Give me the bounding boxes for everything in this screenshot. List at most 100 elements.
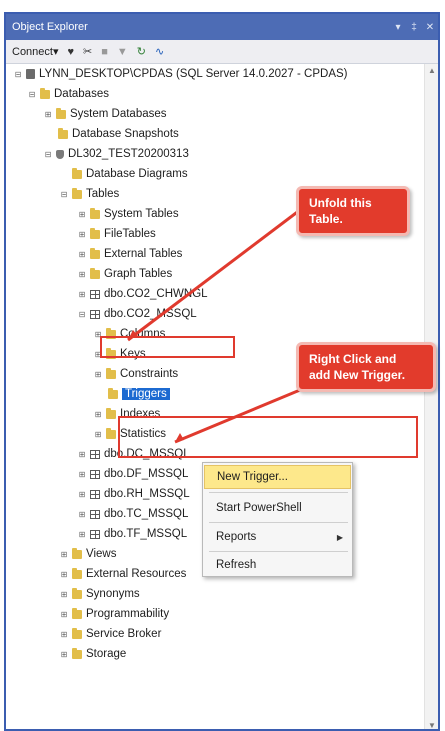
expand-icon[interactable]: ⊞ — [58, 650, 70, 659]
tree-node-databases[interactable]: ⊟ Databases — [26, 84, 109, 104]
folder-icon — [72, 607, 82, 619]
tree-node-constraints[interactable]: ⊞ Constraints — [92, 364, 178, 384]
panel-title: Object Explorer — [12, 21, 88, 33]
refresh-icon[interactable]: ↻ — [137, 45, 146, 58]
node-label: dbo.DF_MSSQL — [104, 468, 189, 480]
node-label: External Tables — [104, 248, 183, 260]
tree-node-synonyms[interactable]: ⊞ Synonyms — [58, 584, 140, 604]
collapse-icon[interactable]: ⊟ — [58, 190, 70, 199]
collapse-icon[interactable]: ⊟ — [42, 150, 54, 159]
expand-icon[interactable]: ⊞ — [76, 270, 88, 279]
tree-node-system-tables[interactable]: ⊞ System Tables — [76, 204, 179, 224]
expand-icon[interactable]: ⊞ — [58, 610, 70, 619]
node-label: Tables — [86, 188, 120, 200]
table-icon — [90, 489, 100, 499]
tree-node-graph-tables[interactable]: ⊞ Graph Tables — [76, 264, 172, 284]
callout-unfold-table: Unfold this Table. — [296, 186, 410, 237]
node-label: Constraints — [120, 368, 179, 380]
folder-icon — [90, 247, 100, 259]
tree-node-table-co2-chwngl[interactable]: ⊞ dbo.CO2_CHWNGL — [76, 284, 208, 304]
tree-node-tables[interactable]: ⊟ Tables — [58, 184, 119, 204]
expand-icon[interactable]: ⊞ — [58, 590, 70, 599]
tree-node-database[interactable]: ⊟ DL302_TEST20200313 — [42, 144, 189, 164]
folder-icon — [72, 187, 82, 199]
node-label: Views — [86, 548, 117, 560]
expand-icon[interactable]: ⊞ — [76, 250, 88, 259]
panel-menu-icon[interactable]: ▾ — [390, 22, 406, 33]
expand-icon[interactable]: ⊞ — [76, 450, 88, 459]
activity-monitor-icon[interactable]: ∿ — [155, 45, 164, 58]
scroll-down-icon[interactable]: ▼ — [425, 719, 438, 729]
expand-icon[interactable]: ⊞ — [76, 290, 88, 299]
table-icon — [90, 469, 100, 479]
tree-node-table-tc[interactable]: ⊞ dbo.TC_MSSQL — [76, 504, 189, 524]
pin-icon[interactable]: ‡ — [406, 22, 422, 33]
expand-icon[interactable]: ⊞ — [92, 410, 104, 419]
expand-icon[interactable]: ⊞ — [58, 630, 70, 639]
filter-icon[interactable]: ▼ — [117, 46, 128, 58]
folder-icon — [40, 87, 50, 99]
tree-node-table-df[interactable]: ⊞ dbo.DF_MSSQL — [76, 464, 189, 484]
expand-icon[interactable]: ⊞ — [58, 550, 70, 559]
expand-icon[interactable]: ⊞ — [76, 530, 88, 539]
table-icon — [90, 289, 100, 299]
disconnect-icon[interactable]: ✂ — [83, 45, 92, 58]
node-label: Programmability — [86, 608, 170, 620]
collapse-icon[interactable]: ⊟ — [76, 310, 88, 319]
tree-node-programmability[interactable]: ⊞ Programmability — [58, 604, 169, 624]
folder-icon — [72, 547, 82, 559]
node-label: System Databases — [70, 108, 167, 120]
node-label: DL302_TEST20200313 — [68, 148, 189, 160]
panel-titlebar: Object Explorer ▾ ‡ ✕ — [6, 14, 438, 40]
table-icon — [90, 309, 100, 319]
node-label: Database Diagrams — [86, 168, 188, 180]
node-label: Databases — [54, 88, 109, 100]
expand-icon[interactable]: ⊞ — [76, 510, 88, 519]
expand-icon[interactable]: ⊞ — [76, 490, 88, 499]
node-label: FileTables — [104, 228, 156, 240]
node-label: Service Broker — [86, 628, 162, 640]
folder-icon — [56, 107, 66, 119]
tree-node-external-tables[interactable]: ⊞ External Tables — [76, 244, 182, 264]
expand-icon[interactable]: ⊞ — [58, 570, 70, 579]
collapse-icon[interactable]: ⊟ — [26, 90, 38, 99]
object-explorer-toolbar: Connect▾ ♥ ✂ ■ ▼ ↻ ∿ — [6, 40, 438, 64]
tree-node-table-tf[interactable]: ⊞ dbo.TF_MSSQL — [76, 524, 187, 544]
scroll-up-icon[interactable]: ▲ — [425, 64, 438, 78]
menu-separator — [209, 492, 348, 493]
node-label: External Resources — [86, 568, 187, 580]
vertical-scrollbar[interactable]: ▲ ▼ — [424, 64, 438, 729]
tree-node-triggers[interactable]: Triggers — [108, 384, 170, 404]
tree-node-database-diagrams[interactable]: Database Diagrams — [72, 164, 188, 184]
folder-icon — [72, 647, 82, 659]
close-icon[interactable]: ✕ — [422, 22, 438, 33]
expand-icon[interactable]: ⊞ — [42, 110, 54, 119]
stop-icon[interactable]: ■ — [101, 46, 108, 58]
expand-icon[interactable]: ⊞ — [92, 370, 104, 379]
menu-item-start-powershell[interactable]: Start PowerShell — [204, 496, 351, 520]
collapse-icon[interactable]: ⊟ — [12, 70, 24, 79]
tree-node-views[interactable]: ⊞ Views — [58, 544, 116, 564]
connect-object-icon[interactable]: ♥ — [68, 46, 75, 58]
expand-icon[interactable]: ⊞ — [76, 210, 88, 219]
tree-node-external-resources[interactable]: ⊞ External Resources — [58, 564, 186, 584]
menu-item-refresh[interactable]: Refresh — [204, 553, 351, 577]
tree-node-table-co2-mssql[interactable]: ⊟ dbo.CO2_MSSQL — [76, 304, 197, 324]
menu-item-new-trigger[interactable]: New Trigger... — [204, 465, 351, 489]
tree-node-storage[interactable]: ⊞ Storage — [58, 644, 126, 664]
menu-item-reports[interactable]: Reports ▶ — [204, 525, 351, 549]
tree-node-filetables[interactable]: ⊞ FileTables — [76, 224, 156, 244]
node-label: Synonyms — [86, 588, 140, 600]
menu-separator — [209, 522, 348, 523]
tree-node-table-rh[interactable]: ⊞ dbo.RH_MSSQL — [76, 484, 190, 504]
tree-node-service-broker[interactable]: ⊞ Service Broker — [58, 624, 161, 644]
tree-node-server[interactable]: ⊟ LYNN_DESKTOP\CPDAS (SQL Server 14.0.20… — [12, 64, 348, 84]
expand-icon[interactable]: ⊞ — [92, 430, 104, 439]
tree-node-database-snapshots[interactable]: Database Snapshots — [58, 124, 179, 144]
node-label: Graph Tables — [104, 268, 173, 280]
connect-button[interactable]: Connect▾ — [12, 45, 59, 58]
context-menu: New Trigger... Start PowerShell Reports … — [202, 462, 353, 577]
expand-icon[interactable]: ⊞ — [76, 470, 88, 479]
expand-icon[interactable]: ⊞ — [76, 230, 88, 239]
tree-node-system-databases[interactable]: ⊞ System Databases — [42, 104, 167, 124]
